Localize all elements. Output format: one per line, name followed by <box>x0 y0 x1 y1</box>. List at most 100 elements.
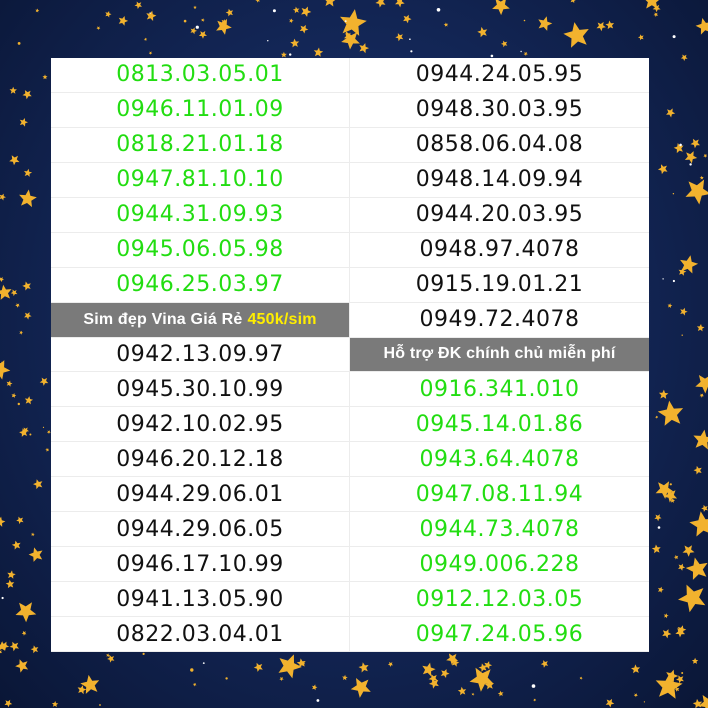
sim-number: 0947.24.05.96 <box>350 617 649 652</box>
sparkle-dot <box>202 662 205 664</box>
star-icon <box>358 662 369 673</box>
sim-number: 0945.14.01.86 <box>350 407 649 443</box>
star-icon <box>24 168 33 177</box>
star-icon <box>579 676 583 680</box>
sparkle-dot <box>17 42 21 45</box>
sparkle-dot <box>142 652 145 656</box>
star-icon <box>279 677 284 682</box>
banner-text: Hỗ trợ ĐK chính chủ miễn phí <box>383 345 616 363</box>
star-icon <box>146 10 157 21</box>
star-icon <box>678 584 706 613</box>
star-icon <box>313 47 324 57</box>
sparkle-dot <box>17 402 20 406</box>
star-icon <box>667 303 673 308</box>
star-icon <box>77 685 87 695</box>
sim-number: 0822.03.04.01 <box>51 617 350 652</box>
star-icon <box>51 701 59 708</box>
star-icon <box>148 51 153 55</box>
star-icon <box>201 18 205 22</box>
star-icon <box>11 393 17 398</box>
star-icon <box>695 18 708 35</box>
star-icon <box>690 138 700 149</box>
star-icon <box>666 108 676 118</box>
star-icon <box>631 664 641 674</box>
star-icon <box>484 661 493 670</box>
star-icon <box>118 16 129 26</box>
sim-number: 0944.20.03.95 <box>350 198 649 233</box>
star-icon <box>457 686 467 696</box>
star-icon <box>35 8 40 13</box>
sim-number: 0941.13.05.90 <box>51 582 350 618</box>
star-icon <box>311 684 318 691</box>
star-icon <box>422 662 436 677</box>
sparkle-dot <box>409 38 411 40</box>
sparkle-dot <box>195 25 199 29</box>
sparkle-dot <box>149 12 151 14</box>
star-icon <box>538 16 553 31</box>
star-icon <box>4 699 13 708</box>
star-icon <box>19 330 24 335</box>
star-icon <box>605 20 615 30</box>
star-icon <box>225 8 234 17</box>
star-icon <box>280 51 287 58</box>
star-icon <box>22 90 32 100</box>
star-icon <box>6 380 13 387</box>
sparkle-dot <box>657 526 661 529</box>
sparkle-dot <box>681 334 683 336</box>
sparkle-dot <box>272 9 276 13</box>
sim-number: 0942.13.09.97 <box>51 337 350 373</box>
star-icon <box>24 396 33 405</box>
star-icon <box>290 38 300 48</box>
star-icon <box>698 695 708 708</box>
sim-number: 0948.97.4078 <box>350 233 649 268</box>
star-icon <box>685 557 708 580</box>
star-icon <box>0 360 11 380</box>
star-icon <box>96 26 101 30</box>
star-icon <box>192 682 197 687</box>
star-icon <box>673 143 684 154</box>
sim-number: 0944.29.06.01 <box>51 477 350 513</box>
star-icon <box>696 324 705 332</box>
star-icon <box>663 613 669 619</box>
sim-number: 0945.30.10.99 <box>51 372 350 408</box>
sparkle-dot <box>689 163 692 166</box>
star-icon <box>350 678 371 698</box>
star-icon <box>190 27 197 35</box>
star-icon <box>45 447 49 452</box>
star-icon <box>654 514 662 522</box>
star-icon <box>359 43 369 54</box>
star-icon <box>28 547 43 562</box>
star-icon <box>10 289 18 297</box>
star-icon <box>692 698 703 708</box>
sim-number: 0945.06.05.98 <box>51 232 350 268</box>
star-icon <box>0 650 2 654</box>
star-icon <box>395 33 404 42</box>
sparkle-dot <box>289 53 292 56</box>
star-icon <box>15 602 37 623</box>
sim-number: 0915.19.01.21 <box>350 268 649 303</box>
star-icon <box>15 659 29 673</box>
star-icon <box>0 516 6 527</box>
star-icon <box>596 21 606 32</box>
star-icon <box>375 0 386 8</box>
star-icon <box>684 151 698 164</box>
star-icon <box>540 660 549 668</box>
star-icon <box>685 179 708 205</box>
star-icon <box>325 0 336 7</box>
star-icon <box>0 277 4 283</box>
sim-number: 0944.29.06.05 <box>51 512 350 548</box>
sparkle-dot <box>672 279 676 283</box>
star-icon <box>651 544 661 554</box>
star-icon <box>21 631 27 636</box>
star-icon <box>492 0 510 16</box>
sparkle-dot <box>29 433 32 436</box>
sim-number: 0949.72.4078 <box>350 303 649 338</box>
star-icon <box>563 22 589 48</box>
star-icon <box>299 24 309 34</box>
star-icon <box>134 1 142 9</box>
sim-number: 0948.30.03.95 <box>350 93 649 128</box>
sparkle-dot <box>344 20 347 22</box>
banner-text: Sim đẹp Vina Giá Rẻ <box>83 310 243 328</box>
star-icon <box>289 18 294 24</box>
sim-number: 0946.25.03.97 <box>51 267 350 303</box>
